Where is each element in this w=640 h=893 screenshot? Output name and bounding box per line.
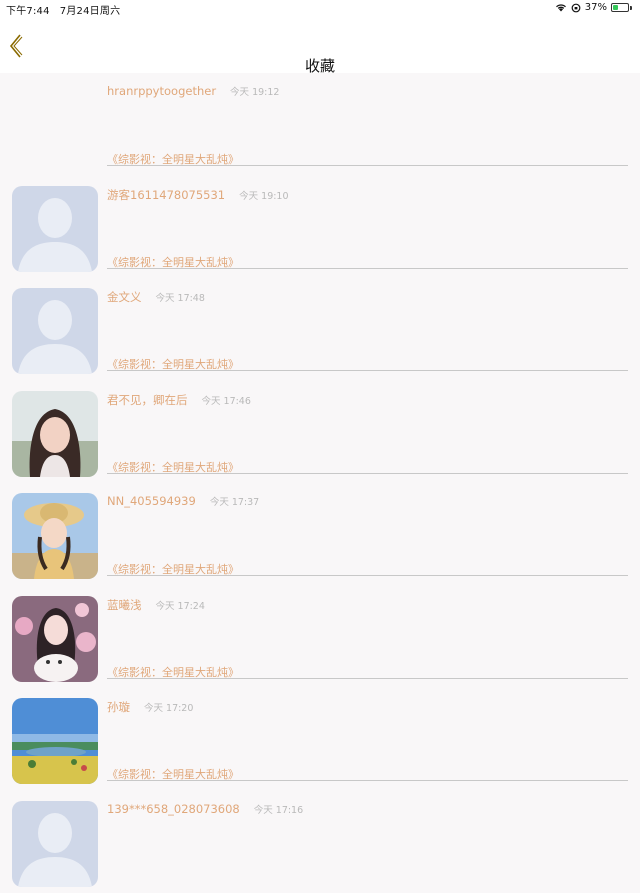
divider	[107, 575, 628, 576]
user-line: hranrppytoogether 今天 19:12	[107, 84, 279, 98]
user-line: 游客1611478075531 今天 19:10	[107, 187, 289, 203]
divider	[107, 370, 628, 371]
user-line: NN_405594939 今天 17:37	[107, 494, 259, 508]
timestamp: 今天 19:12	[230, 87, 279, 98]
avatar-photo[interactable]	[12, 391, 98, 477]
username: 蓝曦浅	[107, 598, 142, 612]
portrait-photo-icon	[12, 391, 98, 477]
list-item[interactable]: 孙璇今天 17:20 《综影视：全明星大乱炖》	[0, 688, 640, 791]
list-item[interactable]: 蓝曦浅今天 17:24 《综影视：全明星大乱炖》	[0, 586, 640, 689]
avatar-default[interactable]	[12, 801, 98, 887]
user-line: 139***658_028073608 今天 17:16	[107, 802, 303, 816]
timestamp: 今天 17:20	[144, 703, 193, 714]
divider	[107, 268, 628, 269]
status-indicators: 37%	[555, 2, 632, 13]
avatar-photo[interactable]	[12, 493, 98, 579]
default-avatar-icon	[12, 288, 98, 374]
battery-cap	[630, 6, 632, 10]
username: 孙璇	[107, 700, 130, 714]
list-item[interactable]: 139***658_028073608 今天 17:16	[0, 791, 640, 893]
avatar-photo[interactable]	[12, 698, 98, 784]
avatar-photo[interactable]	[12, 596, 98, 682]
navigation-bar: 收藏	[0, 17, 640, 73]
username: NN_405594939	[107, 494, 196, 508]
portrait-photo-icon	[12, 493, 98, 579]
timestamp: 今天 17:16	[254, 805, 303, 816]
list-item[interactable]: 金文义今天 17:48 《综影视：全明星大乱炖》	[0, 278, 640, 381]
timestamp: 今天 17:24	[156, 601, 205, 612]
timestamp: 今天 17:48	[156, 293, 205, 304]
user-line: 蓝曦浅 今天 17:24	[107, 597, 205, 613]
status-time: 下午7:44	[6, 6, 50, 17]
divider	[107, 678, 628, 679]
divider	[107, 780, 628, 781]
user-line: 金文义 今天 17:48	[107, 289, 205, 305]
avatar-default[interactable]	[12, 186, 98, 272]
status-date: 7月24日周六	[60, 6, 121, 17]
username: 金文义	[107, 290, 142, 304]
orientation-lock-icon	[571, 3, 581, 13]
user-line: 君不见，卿在后 今天 17:46	[107, 392, 251, 408]
battery-percent: 37%	[585, 2, 607, 13]
portrait-photo-icon	[12, 596, 98, 682]
timestamp: 今天 17:37	[210, 497, 259, 508]
username: 游客1611478075531	[107, 188, 225, 202]
username: 君不见，卿在后	[107, 393, 188, 407]
user-line: 孙璇 今天 17:20	[107, 699, 193, 715]
default-avatar-icon	[12, 801, 98, 887]
divider	[107, 165, 628, 166]
username: 139***658_028073608	[107, 802, 240, 816]
divider	[107, 473, 628, 474]
favorites-list: hranrppytoogether今天 19:12 《综影视：全明星大乱炖》 游…	[0, 73, 640, 893]
timestamp: 今天 17:46	[202, 396, 251, 407]
username: hranrppytoogether	[107, 84, 216, 98]
list-item[interactable]: 游客1611478075531今天 19:10 《综影视：全明星大乱炖》	[0, 176, 640, 279]
status-bar: 下午7:44 7月24日周六 37%	[0, 0, 640, 17]
list-item[interactable]: NN_405594939今天 17:37 《综影视：全明星大乱炖》	[0, 483, 640, 586]
timestamp: 今天 19:10	[239, 191, 288, 202]
status-time-date: 下午7:44 7月24日周六	[6, 2, 120, 17]
list-item[interactable]: hranrppytoogether今天 19:12 《综影视：全明星大乱炖》	[0, 73, 640, 176]
default-avatar-icon	[12, 186, 98, 272]
list-item[interactable]: 君不见，卿在后今天 17:46 《综影视：全明星大乱炖》	[0, 381, 640, 484]
battery-icon	[611, 3, 629, 12]
wifi-icon	[555, 3, 567, 12]
avatar-default[interactable]	[12, 288, 98, 374]
landscape-photo-icon	[12, 698, 98, 784]
battery-level	[613, 5, 618, 10]
